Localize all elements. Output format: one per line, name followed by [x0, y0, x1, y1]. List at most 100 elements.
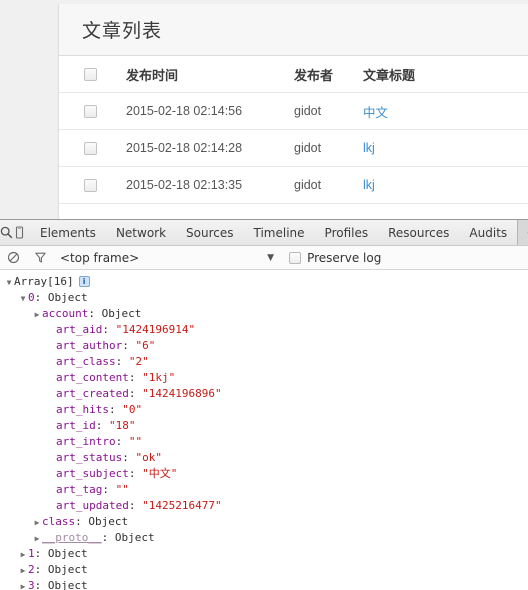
table-row[interactable]: 2015-02-18 02:14:28 gidot lkj	[59, 129, 528, 167]
console-node-value: Object	[47, 547, 88, 560]
console-tree-node[interactable]: art_subject: "中文"	[0, 466, 528, 482]
console-tree-node[interactable]: art_tag: ""	[0, 482, 528, 498]
console-node-value: ""	[128, 435, 143, 448]
filter-funnel-icon	[34, 251, 47, 264]
inspect-element-button[interactable]	[0, 220, 13, 245]
article-table: 发布时间 发布者 文章标题 2015-02-18 02:14:56 gidot …	[59, 56, 528, 204]
tab-audits[interactable]: Audits	[459, 220, 517, 245]
console-tree-node[interactable]: art_intro: ""	[0, 434, 528, 450]
preserve-log-checkbox[interactable]	[289, 251, 302, 264]
console-node-separator: :	[128, 467, 143, 480]
console-tree-node[interactable]: art_created: "1424196896"	[0, 386, 528, 402]
cell-title: lkj	[363, 166, 528, 204]
web-page-viewport: 文章列表 发布时间 发布者 文章标题 2015-02-18 02:14:56 g…	[0, 0, 528, 219]
disclosure-triangle-collapsed-icon[interactable]	[32, 515, 42, 531]
console-node-key: art_content	[56, 371, 129, 384]
article-title-link[interactable]: lkj	[363, 178, 375, 192]
tab-network[interactable]: Network	[106, 220, 176, 245]
console-tree-node[interactable]: art_aid: "1424196914"	[0, 322, 528, 338]
console-tree-node[interactable]: art_updated: "1425216477"	[0, 498, 528, 514]
row-checkbox[interactable]	[84, 105, 97, 119]
disclosure-triangle-collapsed-icon[interactable]	[18, 547, 28, 563]
disclosure-triangle-collapsed-icon[interactable]	[18, 563, 28, 579]
console-tree-node[interactable]: __proto__: Object	[0, 530, 528, 546]
chevron-down-icon[interactable]: ▼	[267, 253, 274, 263]
console-tree-node[interactable]: 3: Object	[0, 578, 528, 590]
console-tree-node[interactable]: 0: Object	[0, 290, 528, 306]
console-node-key: art_aid	[56, 323, 103, 336]
devtools-toolbar: Elements Network Sources Timeline Profil…	[0, 220, 528, 246]
console-node-separator: :	[102, 483, 116, 496]
tab-profiles[interactable]: Profiles	[315, 220, 379, 245]
tab-console[interactable]: Console	[517, 220, 528, 245]
console-node-separator: :	[75, 515, 89, 528]
disclosure-triangle-expanded-icon[interactable]	[18, 291, 28, 307]
info-icon[interactable]: i	[78, 276, 90, 287]
select-all-checkbox[interactable]	[84, 67, 97, 81]
article-title-link[interactable]: 中文	[363, 106, 388, 120]
tab-elements[interactable]: Elements	[30, 220, 106, 245]
console-tree-node[interactable]: art_id: "18"	[0, 418, 528, 434]
console-node-value: Object	[47, 291, 88, 304]
console-node-key: 0	[28, 291, 35, 304]
cell-time: 2015-02-18 02:13:35	[126, 166, 294, 204]
tab-sources[interactable]: Sources	[176, 220, 243, 245]
disclosure-triangle-collapsed-icon[interactable]	[32, 307, 42, 323]
preserve-log-label[interactable]: Preserve log	[307, 251, 381, 265]
console-node-separator: :	[34, 579, 48, 590]
console-tree-node[interactable]: art_status: "ok"	[0, 450, 528, 466]
console-node-key: Array[16]	[14, 275, 74, 288]
console-tree-node[interactable]: art_hits: "0"	[0, 402, 528, 418]
row-select-cell	[59, 166, 126, 204]
console-node-value: "1424196914"	[115, 323, 196, 336]
console-tree-node[interactable]: art_class: "2"	[0, 354, 528, 370]
tab-timeline[interactable]: Timeline	[244, 220, 315, 245]
console-tree-node[interactable]: 2: Object	[0, 562, 528, 578]
clear-console-button[interactable]	[0, 251, 27, 264]
console-tree-node[interactable]: 1: Object	[0, 546, 528, 562]
clear-console-icon	[7, 251, 20, 264]
devtools-tab-bar: Elements Network Sources Timeline Profil…	[30, 220, 528, 245]
console-tree-node[interactable]: account: Object	[0, 306, 528, 322]
console-node-key: 3	[28, 579, 35, 590]
console-node-separator: :	[115, 355, 129, 368]
console-node-separator: :	[102, 323, 116, 336]
console-node-separator: :	[115, 435, 129, 448]
console-node-separator: :	[122, 339, 136, 352]
column-header-author[interactable]: 发布者	[294, 56, 363, 93]
disclosure-triangle-expanded-icon[interactable]	[4, 275, 14, 291]
console-tree-node[interactable]: class: Object	[0, 514, 528, 530]
row-checkbox[interactable]	[84, 142, 97, 156]
console-node-key: __proto__	[42, 531, 102, 544]
console-node-key: art_tag	[56, 483, 103, 496]
column-header-time[interactable]: 发布时间	[126, 56, 294, 93]
cell-author: gidot	[294, 129, 363, 167]
console-node-key: art_updated	[56, 499, 129, 512]
console-node-value: "1424196896"	[142, 387, 222, 400]
filter-button[interactable]	[27, 251, 54, 264]
console-node-separator: :	[128, 499, 143, 512]
console-node-key: art_author	[56, 339, 123, 352]
console-node-key: class	[42, 515, 76, 528]
disclosure-triangle-collapsed-icon[interactable]	[18, 579, 28, 590]
magnifier-icon	[0, 226, 13, 239]
article-title-link[interactable]: lkj	[363, 141, 375, 155]
table-row[interactable]: 2015-02-18 02:13:35 gidot lkj	[59, 166, 528, 204]
console-node-value: ""	[115, 483, 129, 496]
disclosure-triangle-collapsed-icon[interactable]	[32, 531, 42, 547]
row-checkbox[interactable]	[84, 179, 97, 193]
tab-resources[interactable]: Resources	[378, 220, 459, 245]
frame-selector[interactable]: <top frame>	[60, 251, 139, 265]
article-list-panel: 文章列表 发布时间 发布者 文章标题 2015-02-18 02:14:56 g…	[58, 4, 528, 219]
console-tree-node[interactable]: art_content: "1kj"	[0, 370, 528, 386]
console-filter-bar: <top frame> ▼ Preserve log	[0, 246, 528, 270]
table-row[interactable]: 2015-02-18 02:14:56 gidot 中文	[59, 92, 528, 130]
device-mode-button[interactable]	[13, 220, 26, 245]
console-tree-node[interactable]: Array[16] i	[0, 274, 528, 290]
console-node-separator: :	[95, 419, 109, 432]
console-tree-node[interactable]: art_author: "6"	[0, 338, 528, 354]
column-header-title[interactable]: 文章标题	[363, 56, 528, 93]
console-node-key: art_status	[56, 451, 123, 464]
row-select-cell	[59, 129, 126, 167]
console-node-separator: :	[128, 371, 143, 384]
